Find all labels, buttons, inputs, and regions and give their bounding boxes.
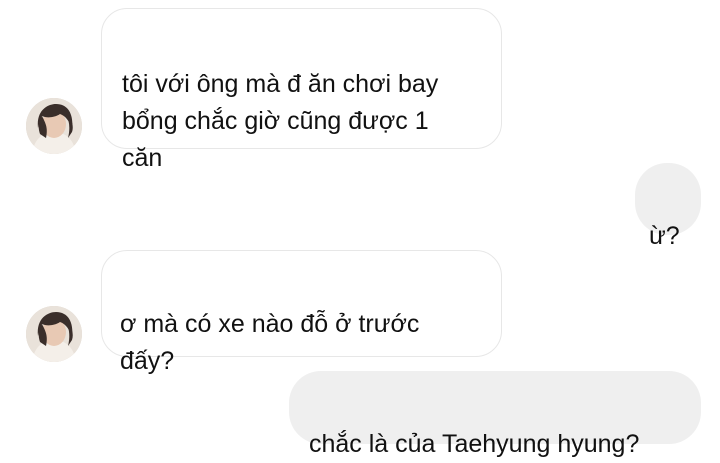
contact-avatar-icon[interactable] — [26, 98, 82, 154]
message-text: ơ mà có xe nào đỗ ở trước đấy? — [120, 310, 420, 375]
message-thread: tôi với ông mà đ ăn chơi bay bổng chắc g… — [0, 0, 720, 458]
message-text: ừ? — [649, 222, 680, 250]
message-text: tôi với ông mà đ ăn chơi bay bổng chắc g… — [122, 70, 439, 172]
incoming-message-bubble[interactable]: tôi với ông mà đ ăn chơi bay bổng chắc g… — [101, 8, 502, 172]
outgoing-message-bubble[interactable]: ừ? — [635, 163, 701, 250]
incoming-message-bubble[interactable]: ơ mà có xe nào đỗ ở trước đấy? — [101, 250, 502, 375]
contact-avatar-icon[interactable] — [26, 306, 82, 362]
message-text: chắc là của Taehyung hyung? — [309, 430, 640, 458]
outgoing-message-bubble[interactable]: chắc là của Taehyung hyung? — [289, 371, 701, 458]
